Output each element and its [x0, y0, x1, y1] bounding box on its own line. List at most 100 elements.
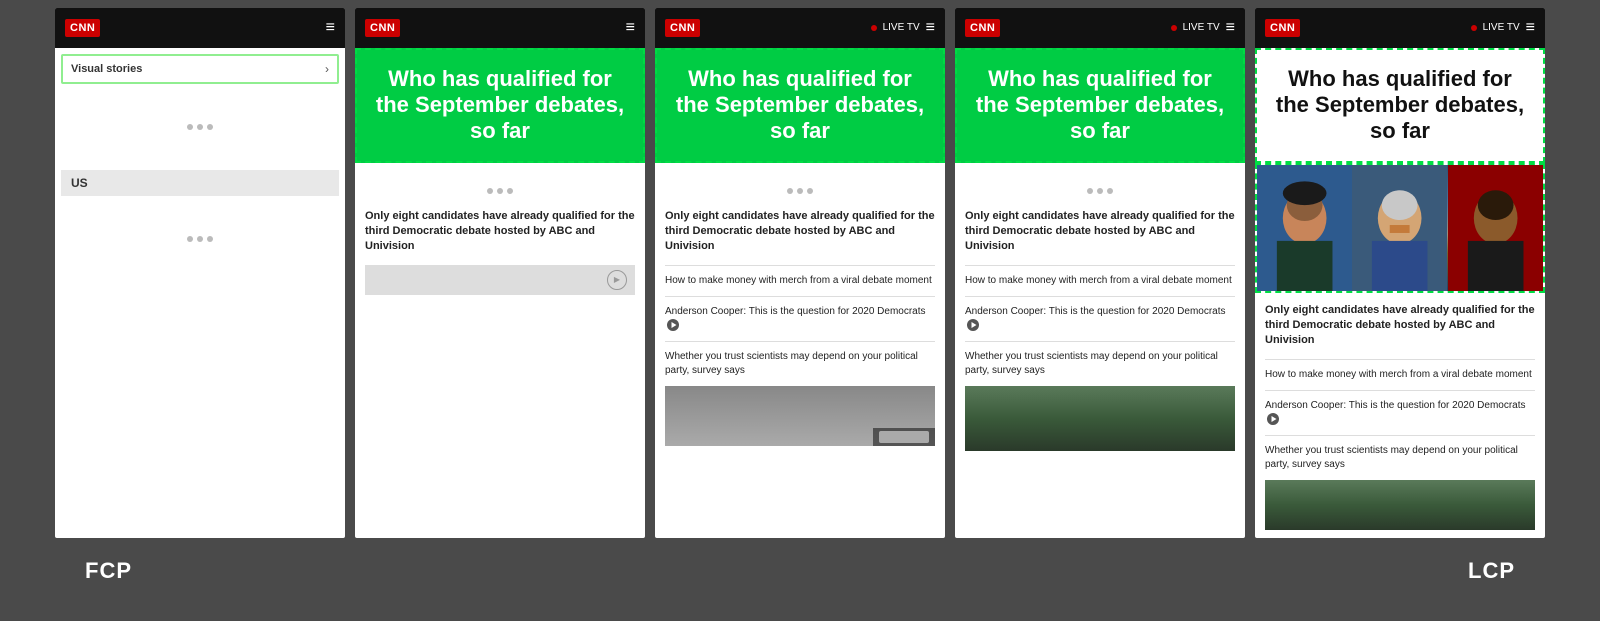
visual-stories-label: Visual stories: [71, 63, 142, 75]
candidate-photo-booker: [1448, 165, 1543, 291]
cnn-logo-2: CNN: [365, 19, 400, 37]
sub-article-3-4[interactable]: Whether you trust scientists may depend …: [965, 350, 1235, 378]
divider-4a: [965, 265, 1235, 266]
dot-6: [207, 236, 213, 242]
article-content-3: Only eight candidates have already quali…: [655, 163, 945, 456]
sub-article-2-5[interactable]: Anderson Cooper: This is the question fo…: [1265, 399, 1535, 427]
dot-10: [787, 188, 793, 194]
cnn-header-4: CNN LIVE TV ≡: [955, 8, 1245, 48]
biden-photo-svg: [1352, 165, 1447, 291]
article-image-3: [665, 386, 935, 446]
headline-block-4: Who has qualified for the September deba…: [955, 48, 1245, 163]
live-dot-3: [871, 25, 877, 31]
loading-indicator-5: [965, 188, 1235, 194]
main-article-text-2: Only eight candidates have already quali…: [365, 209, 635, 255]
frames-row: CNN ≡ Visual stories › US: [55, 8, 1545, 538]
sub-article-2-4[interactable]: Anderson Cooper: This is the question fo…: [965, 305, 1235, 333]
divider-5a: [1265, 359, 1535, 360]
divider-5c: [1265, 435, 1535, 436]
headline-title-4: Who has qualified for the September deba…: [969, 66, 1231, 145]
cnn-header-2: CNN ≡: [355, 8, 645, 48]
play-icon-3[interactable]: [667, 319, 679, 331]
cnn-logo-5: CNN: [1265, 19, 1300, 37]
live-dot-5: [1471, 25, 1477, 31]
article-image-5: [1265, 480, 1535, 530]
live-tv-label-3: LIVE TV: [883, 22, 920, 33]
headline-block-3: Who has qualified for the September deba…: [655, 48, 945, 163]
lcp-label: LCP: [1468, 558, 1515, 584]
video-placeholder-2: ▶: [365, 265, 635, 295]
sub-article-1-4[interactable]: How to make money with merch from a vira…: [965, 274, 1235, 288]
sub-article-3-3[interactable]: Whether you trust scientists may depend …: [665, 350, 935, 378]
dot-2: [197, 124, 203, 130]
headline-block-5: Who has qualified for the September deba…: [1255, 48, 1545, 163]
page-wrapper: CNN ≡ Visual stories › US: [55, 8, 1545, 584]
main-article-text-4: Only eight candidates have already quali…: [965, 209, 1235, 255]
cnn-header-1: CNN ≡: [55, 8, 345, 48]
dot-1: [187, 124, 193, 130]
candidate-photo-biden: [1352, 165, 1447, 291]
scroll-indicator-3: [873, 428, 935, 446]
frame-1-fcp: CNN ≡ Visual stories › US: [55, 8, 345, 538]
headline-title-3: Who has qualified for the September deba…: [669, 66, 931, 145]
cnn-logo-4: CNN: [965, 19, 1000, 37]
dot-7: [487, 188, 493, 194]
hamburger-icon-4[interactable]: ≡: [1226, 20, 1235, 36]
header-right-5: LIVE TV ≡: [1471, 20, 1535, 36]
frame1-content: Visual stories › US: [55, 48, 345, 288]
visual-stories-bar[interactable]: Visual stories ›: [61, 54, 339, 84]
sub-article-1-3[interactable]: How to make money with merch from a vira…: [665, 274, 935, 288]
scrollbar-3[interactable]: [879, 431, 929, 443]
dot-11: [797, 188, 803, 194]
hamburger-icon-5[interactable]: ≡: [1526, 20, 1535, 36]
divider-3b: [665, 296, 935, 297]
booker-photo-svg: [1448, 165, 1543, 291]
hamburger-icon-3[interactable]: ≡: [926, 20, 935, 36]
article-content-5: Only eight candidates have already quali…: [1255, 293, 1545, 538]
dot-14: [1097, 188, 1103, 194]
divider-4c: [965, 341, 1235, 342]
dot-15: [1107, 188, 1113, 194]
play-icon-4[interactable]: [967, 319, 979, 331]
article-image-4: [965, 386, 1235, 451]
frame-3: CNN LIVE TV ≡ Who has qualified for the …: [655, 8, 945, 538]
divider-5b: [1265, 390, 1535, 391]
cnn-header-3: CNN LIVE TV ≡: [655, 8, 945, 48]
loading-indicator-3: [365, 188, 635, 194]
divider-3a: [665, 265, 935, 266]
dot-5: [197, 236, 203, 242]
us-section-label: US: [61, 170, 339, 196]
dot-8: [497, 188, 503, 194]
divider-3c: [665, 341, 935, 342]
play-button-2[interactable]: ▶: [607, 270, 627, 290]
play-icon-5[interactable]: [1267, 413, 1279, 425]
dot-4: [187, 236, 193, 242]
article-content-2: Only eight candidates have already quali…: [355, 163, 645, 305]
loading-indicator-1: [61, 124, 339, 130]
dot-13: [1087, 188, 1093, 194]
chevron-right-icon: ›: [325, 62, 329, 76]
dot-9: [507, 188, 513, 194]
dot-3: [207, 124, 213, 130]
dot-12: [807, 188, 813, 194]
live-tv-label-4: LIVE TV: [1183, 22, 1220, 33]
hamburger-icon-2[interactable]: ≡: [626, 20, 635, 36]
frame-5-lcp: CNN LIVE TV ≡ Who has qualified for the …: [1255, 8, 1545, 538]
cnn-logo-3: CNN: [665, 19, 700, 37]
hamburger-icon-1[interactable]: ≡: [326, 20, 335, 36]
header-right-3: LIVE TV ≡: [871, 20, 935, 36]
live-tv-label-5: LIVE TV: [1483, 22, 1520, 33]
candidate-photo-kamala: [1257, 165, 1352, 291]
loading-indicator-2: [61, 236, 339, 242]
sub-article-1-5[interactable]: How to make money with merch from a vira…: [1265, 368, 1535, 382]
frame-4: CNN LIVE TV ≡ Who has qualified for the …: [955, 8, 1245, 538]
cnn-logo-1: CNN: [65, 19, 100, 37]
kamala-photo-svg: [1257, 165, 1352, 291]
cnn-header-5: CNN LIVE TV ≡: [1255, 8, 1545, 48]
main-article-text-5: Only eight candidates have already quali…: [1265, 303, 1535, 349]
divider-4b: [965, 296, 1235, 297]
article-content-4: Only eight candidates have already quali…: [955, 163, 1245, 461]
sub-article-2-3[interactable]: Anderson Cooper: This is the question fo…: [665, 305, 935, 333]
sub-article-3-5[interactable]: Whether you trust scientists may depend …: [1265, 444, 1535, 472]
headline-title-5: Who has qualified for the September deba…: [1269, 66, 1531, 145]
